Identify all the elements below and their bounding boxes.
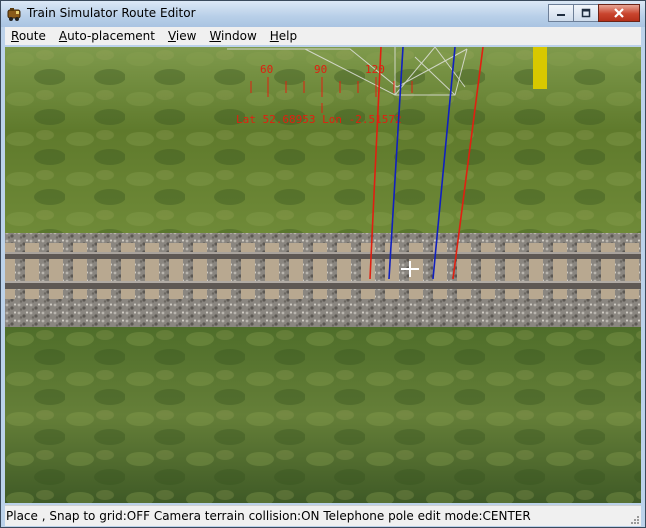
sleeper [313,243,327,299]
sleeper [265,243,279,299]
compass-label-90: 90 [314,63,327,76]
sleeper [361,243,375,299]
sleeper [577,243,591,299]
railway-track[interactable] [5,233,641,327]
sleeper [505,243,519,299]
3d-viewport[interactable]: 60 90 120 Lat 52.68953 Lon -2.51572 [5,47,641,503]
menu-view[interactable]: View [162,27,203,45]
status-text: Place , Snap to grid:OFF Camera terrain … [6,509,531,523]
menu-help[interactable]: Help [264,27,304,45]
app-window: Train Simulator Route Editor Route Auto-… [0,0,646,528]
sleeper [169,243,183,299]
compass-label-120: 120 [365,63,385,76]
sleeper [121,243,135,299]
sleeper [145,243,159,299]
sleeper [97,243,111,299]
sleeper [481,243,495,299]
menu-auto-placement[interactable]: Auto-placement [53,27,162,45]
sleeper [49,243,63,299]
maximize-icon [581,8,591,18]
status-bar: Place , Snap to grid:OFF Camera terrain … [5,505,641,526]
sleeper [337,243,351,299]
minimize-button[interactable] [548,4,574,22]
sleeper [217,243,231,299]
maximize-button[interactable] [573,4,599,22]
sleeper [5,243,15,299]
sleeper [385,243,399,299]
close-icon [614,8,624,18]
sleeper [529,243,543,299]
sleeper [241,243,255,299]
yellow-marker [533,47,547,89]
sleeper [25,243,39,299]
sleeper [625,243,639,299]
close-button[interactable] [598,4,640,22]
menu-window[interactable]: Window [203,27,263,45]
scene-canvas[interactable]: 60 90 120 Lat 52.68953 Lon -2.51572 [5,47,641,503]
sleeper [409,243,423,299]
menu-bar: Route Auto-placement View Window Help [5,27,641,45]
resize-grip-icon[interactable] [629,514,639,524]
minimize-icon [557,14,565,16]
sleeper [553,243,567,299]
sleeper [193,243,207,299]
train-app-icon [7,8,21,21]
sleeper [457,243,471,299]
sleeper [73,243,87,299]
title-bar[interactable]: Train Simulator Route Editor [1,1,645,27]
window-title: Train Simulator Route Editor [27,6,196,20]
compass-label-60: 60 [260,63,273,76]
sleeper [601,243,615,299]
menu-route[interactable]: Route [5,27,53,45]
sleeper [289,243,303,299]
